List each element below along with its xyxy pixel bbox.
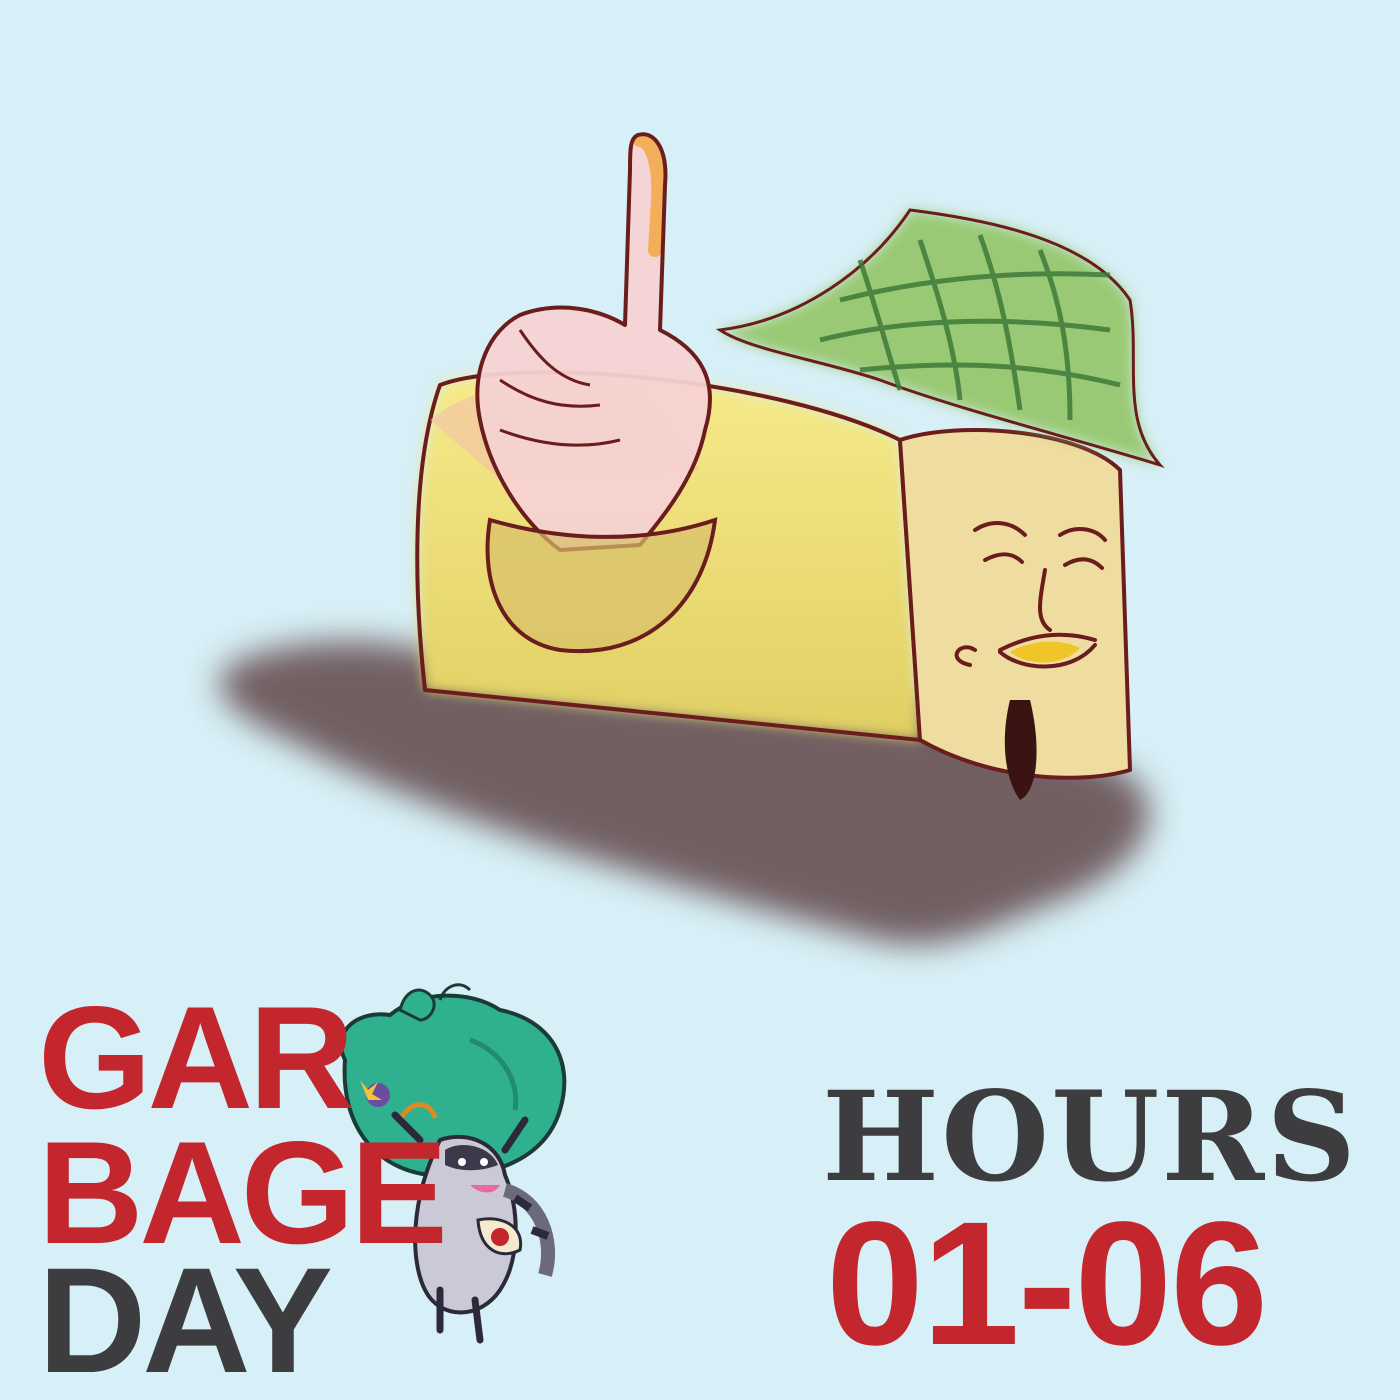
hours-range: 01-06 [826, 1186, 1268, 1382]
podcast-cover: GAR BAGE DAY HOURS 01-06 [0, 0, 1400, 1400]
logo-word-day: DAY [38, 1236, 333, 1400]
logo-word-gar: GAR [38, 976, 354, 1139]
hours-label: HOURS [822, 1065, 1358, 1210]
